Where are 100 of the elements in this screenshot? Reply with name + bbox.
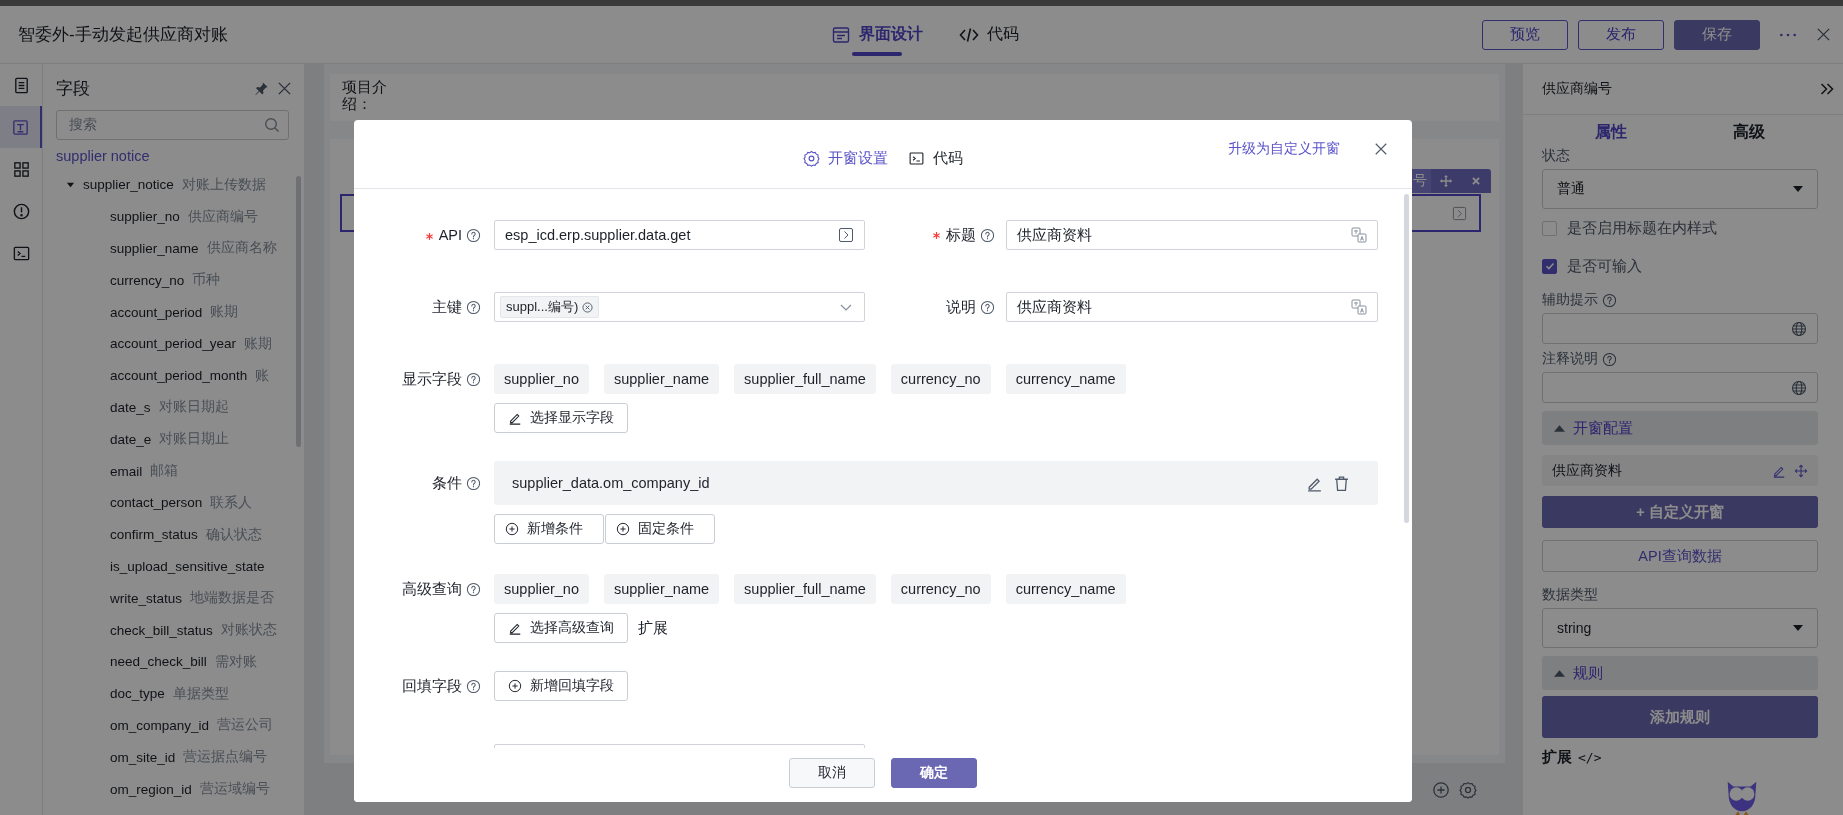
- field-name[interactable]: account_period_month: [110, 368, 248, 384]
- field-name[interactable]: doc_type: [110, 686, 165, 702]
- app-title: 智委外-手动发起供应商对账: [18, 24, 229, 46]
- intro-label: 项目介绍：: [342, 78, 388, 113]
- field-name[interactable]: date_e: [110, 431, 152, 447]
- panel-button[interactable]: API查询数据: [1542, 540, 1818, 572]
- field-tag: currency_no: [890, 574, 991, 604]
- field-label: 确认状态: [205, 525, 262, 544]
- section-title: 扩展: [1542, 748, 1572, 767]
- data-type-select[interactable]: string: [1542, 608, 1818, 648]
- field-name[interactable]: write_status: [110, 590, 183, 606]
- field-name[interactable]: supplier_notice: [83, 177, 174, 193]
- toolbar-button[interactable]: 预览: [1482, 19, 1568, 50]
- field-label: 联系人: [210, 493, 253, 512]
- status-select[interactable]: 普通: [1542, 169, 1818, 209]
- add-backfill-button[interactable]: 新增回填字段: [494, 671, 628, 701]
- field-label: 回填字段: [402, 676, 462, 696]
- field-label: 对账状态: [220, 621, 277, 640]
- field-name[interactable]: supplier_name: [110, 241, 199, 256]
- field-tag: supplier_name: [604, 364, 720, 394]
- field-name[interactable]: account_period: [110, 304, 203, 320]
- field-name[interactable]: om_site_id: [110, 749, 176, 765]
- field-tag: currency_name: [1005, 574, 1126, 604]
- view-tab[interactable]: 代码: [958, 6, 1019, 63]
- field-label: 单据类型: [172, 684, 229, 703]
- field-label: 对账日期起: [158, 398, 229, 417]
- api-field[interactable]: esp_icd.erp.supplier.data.get: [494, 220, 865, 250]
- cancel-button[interactable]: 取消: [789, 758, 875, 788]
- field-label: 标题: [932, 225, 976, 245]
- title-field[interactable]: 供应商资料: [1006, 220, 1378, 250]
- select-fields-button[interactable]: 选择显示字段: [494, 403, 628, 433]
- field-label: 对账日期止: [159, 430, 230, 449]
- field-tag: currency_name: [1005, 364, 1126, 394]
- field-label: 地端数据是否: [190, 589, 275, 608]
- field-name[interactable]: om_company_id: [110, 717, 210, 733]
- extension-link[interactable]: 扩展: [638, 618, 668, 638]
- panel-title: 供应商编号: [1542, 80, 1612, 98]
- field-label: 营运据点编号: [183, 748, 268, 767]
- field-name[interactable]: om_region_id: [110, 781, 192, 797]
- code-toggle[interactable]: </>: [1578, 750, 1602, 765]
- field-name[interactable]: contact_person: [110, 495, 203, 511]
- panel-tab[interactable]: 高级: [1680, 122, 1818, 143]
- view-tab[interactable]: 界面设计: [830, 6, 923, 63]
- data-source-link[interactable]: supplier notice: [56, 148, 150, 164]
- field-label: 账期: [244, 334, 273, 353]
- toolbar-button[interactable]: 保存: [1674, 19, 1760, 50]
- field-label: 币种: [192, 271, 221, 290]
- field-label: 辅助提示: [1542, 291, 1598, 309]
- field-label: 状态: [1542, 147, 1571, 165]
- field-label: 账: [255, 366, 270, 385]
- field-name[interactable]: currency_no: [110, 272, 185, 288]
- field-name[interactable]: account_period_year: [110, 336, 237, 352]
- field-label: 供应商编号: [187, 207, 258, 226]
- field-name[interactable]: confirm_status: [110, 527, 198, 543]
- field-tag: currency_no: [890, 364, 991, 394]
- checkbox-label: 是否可输入: [1567, 256, 1642, 276]
- field-label: 邮箱: [150, 462, 179, 481]
- field-label: 供应商名称: [206, 239, 277, 258]
- field-tag: supplier_full_name: [734, 364, 876, 394]
- field-name[interactable]: check_bill_status: [110, 622, 213, 638]
- field-label: 主键: [432, 297, 462, 317]
- field-label: 说明: [946, 297, 976, 317]
- field-label: 需对账: [214, 652, 257, 671]
- field-label: 条件: [432, 473, 462, 493]
- field-tag: supplier_no: [494, 364, 589, 394]
- checkbox-label: 是否启用标题在内样式: [1567, 218, 1717, 238]
- field-tag: supplier_full_name: [734, 574, 876, 604]
- condition-text: supplier_data.om_company_id: [512, 475, 710, 491]
- toolbar-button[interactable]: 发布: [1578, 19, 1664, 50]
- field-tag: supplier_no: [494, 574, 589, 604]
- field-name[interactable]: email: [110, 463, 143, 479]
- field-name[interactable]: need_check_bill: [110, 654, 207, 670]
- field-name[interactable]: supplier_no: [110, 209, 180, 225]
- confirm-button[interactable]: 确定: [891, 758, 977, 788]
- panel-button[interactable]: 添加规则: [1542, 696, 1818, 738]
- description-field[interactable]: 供应商资料: [1006, 292, 1378, 322]
- panel-title: 字段: [56, 77, 91, 100]
- field-label: 营运公司: [217, 716, 274, 735]
- field-label: 注释说明: [1542, 350, 1598, 368]
- modal-tab[interactable]: 代码: [908, 148, 963, 168]
- select-query-button[interactable]: 选择高级查询: [494, 613, 628, 643]
- field-label: 营运域编号: [199, 780, 270, 799]
- field-label: 账期: [210, 303, 239, 322]
- add-condition-button[interactable]: 固定条件: [605, 514, 715, 544]
- field-label: API: [424, 227, 462, 243]
- panel-tab[interactable]: 属性: [1542, 122, 1680, 143]
- field-label: 高级查询: [402, 579, 462, 599]
- selected-tag[interactable]: suppl...编号): [500, 296, 600, 318]
- field-label: 显示字段: [402, 369, 462, 389]
- section-header[interactable]: 开窗配置: [1542, 411, 1818, 445]
- panel-button[interactable]: + 自定义开窗: [1542, 496, 1818, 528]
- section-header[interactable]: 规则: [1542, 656, 1818, 690]
- add-condition-button[interactable]: 新增条件: [494, 514, 604, 544]
- field-name[interactable]: date_s: [110, 399, 151, 415]
- popup-item[interactable]: 供应商资料: [1542, 455, 1818, 486]
- field-label: 数据类型: [1542, 586, 1599, 604]
- modal-tab[interactable]: 开窗设置: [803, 148, 888, 168]
- field-name[interactable]: is_upload_sensitive_state: [110, 558, 265, 574]
- upgrade-link[interactable]: 升级为自定义开窗: [1228, 140, 1340, 158]
- primary-key-select[interactable]: suppl...编号): [494, 292, 865, 322]
